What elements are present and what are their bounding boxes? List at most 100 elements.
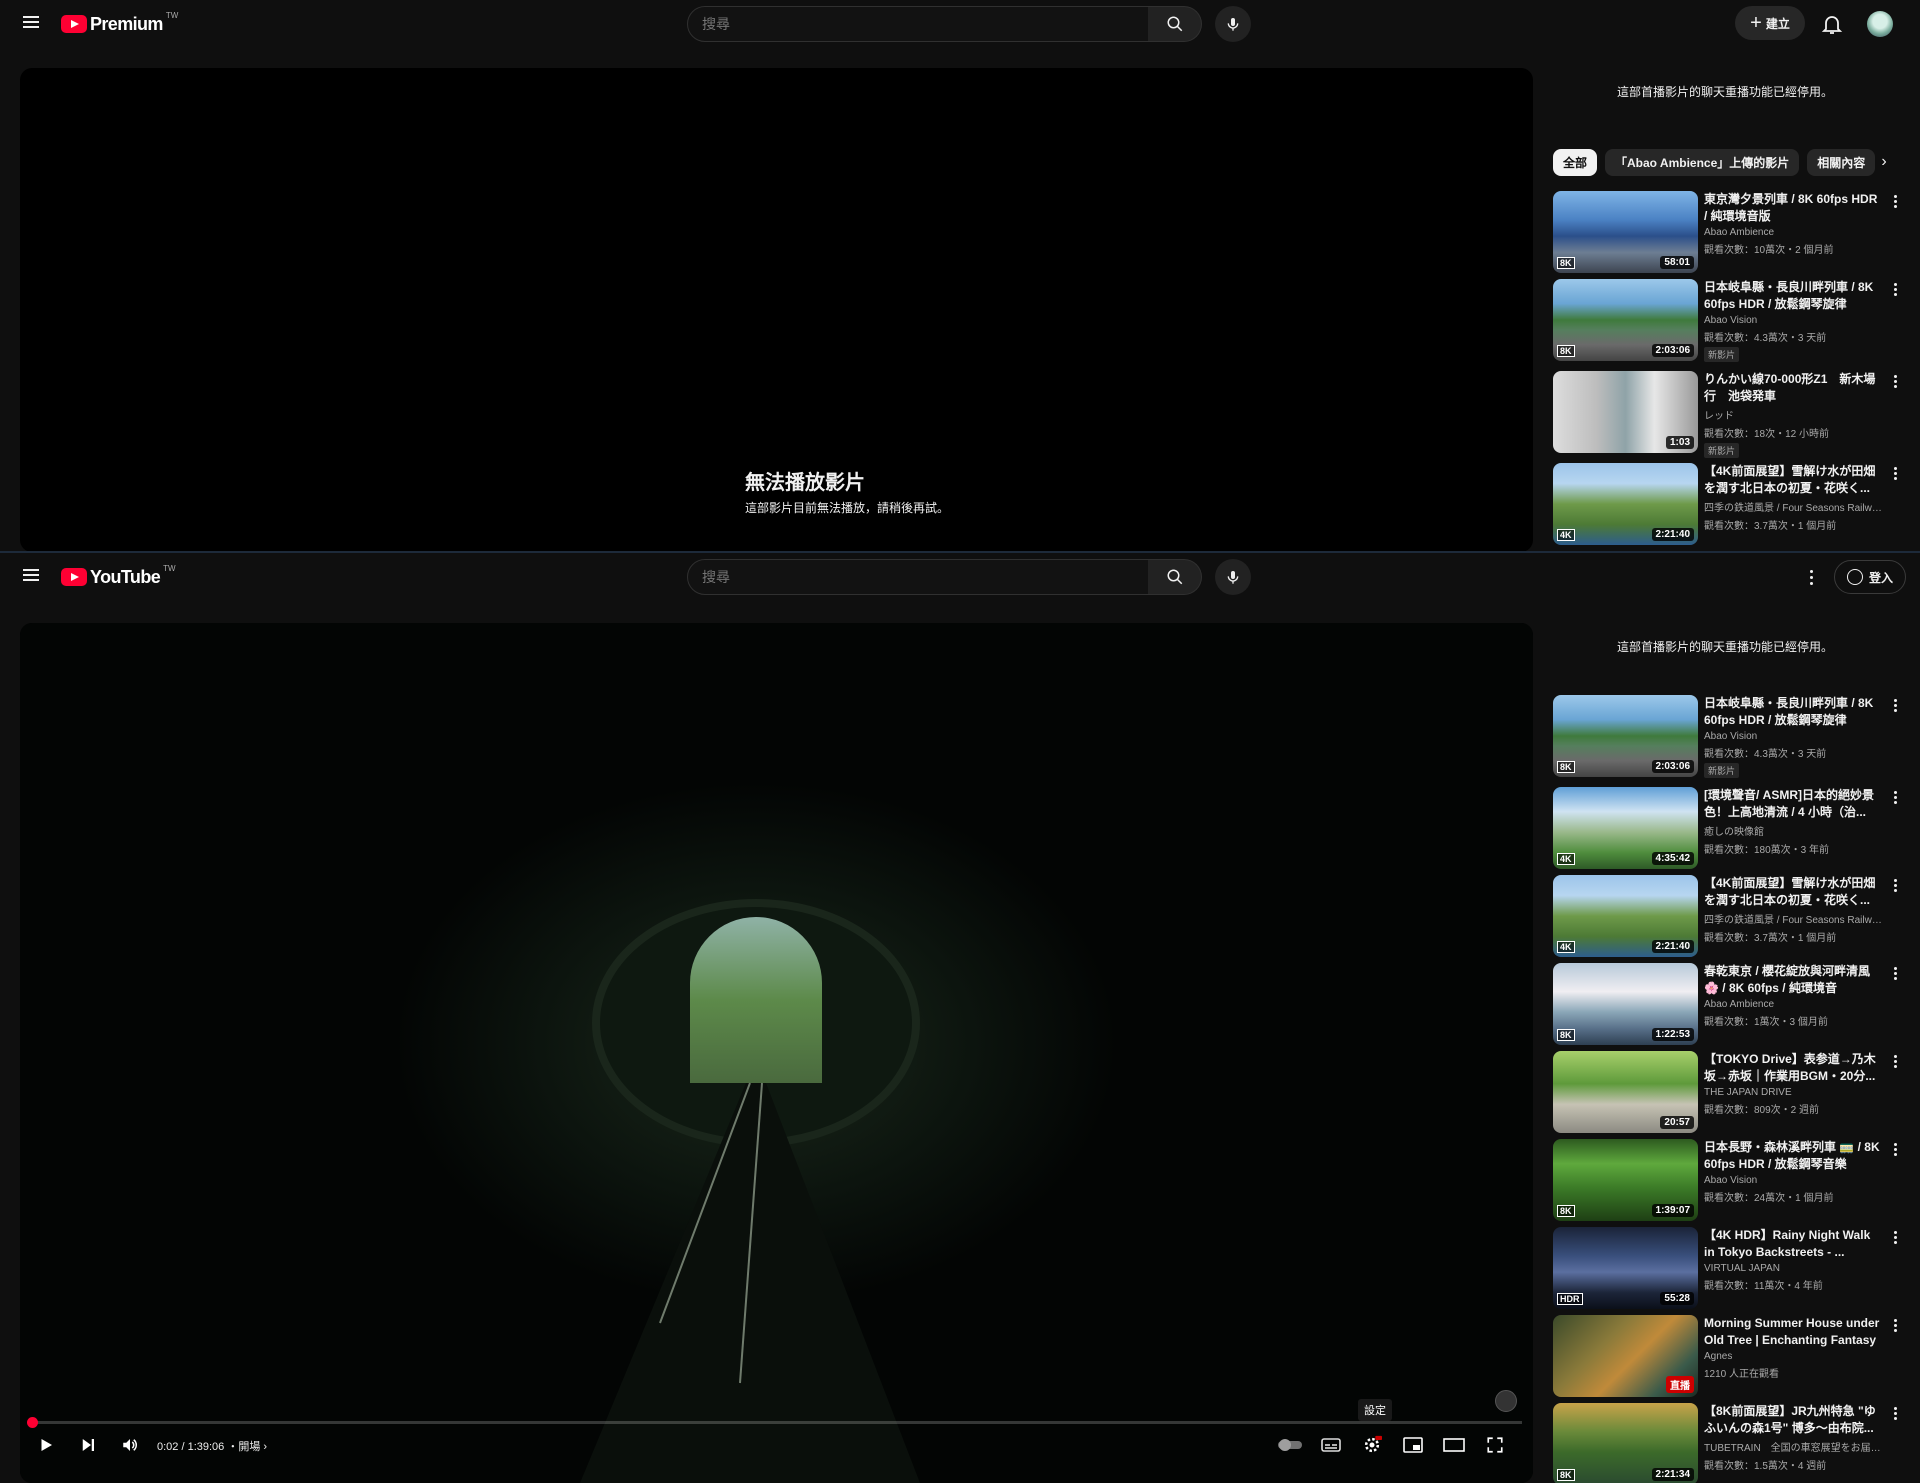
channel-name[interactable]: TUBETRAIN 全国の車窓展望をお届け... — [1704, 1439, 1884, 1454]
youtube-premium-logo[interactable]: Premium TW — [61, 11, 178, 36]
video-thumbnail[interactable]: 8K 2:03:06 — [1553, 695, 1698, 777]
create-button[interactable]: + 建立 — [1735, 6, 1805, 40]
more-actions-icon[interactable] — [1890, 967, 1900, 985]
video-list-item[interactable]: 4K 4:35:42 [環境聲音/ ASMR]日本的絕妙景色！上高地清流 / 4 小… — [1553, 787, 1903, 875]
channel-name[interactable]: 癒しの映像館 — [1704, 823, 1884, 838]
subtitles-button[interactable] — [1317, 1431, 1345, 1459]
more-actions-icon[interactable] — [1890, 467, 1900, 485]
video-title[interactable]: 東京灣夕景列車 / 8K 60fps HDR / 純環境音版 — [1704, 191, 1884, 225]
video-list-item[interactable]: 1:03 りんかい線70-000形Z1 新木場行 池袋発車 レッド 觀看次數：18次・… — [1553, 371, 1903, 463]
more-actions-icon[interactable] — [1890, 1055, 1900, 1073]
video-list-item[interactable]: 直播 Morning Summer House under Old Tree | … — [1553, 1315, 1903, 1403]
video-thumbnail[interactable]: 8K 2:21:34 — [1553, 1403, 1698, 1483]
channel-name[interactable]: レッド — [1704, 407, 1884, 422]
more-actions-icon[interactable] — [1890, 1143, 1900, 1161]
video-title[interactable]: 春乾東京 / 櫻花綻放與河畔清風 🌸 / 8K 60fps / 純環境音 — [1704, 963, 1884, 997]
search-input[interactable] — [688, 560, 1148, 594]
progress-bar[interactable] — [27, 1417, 1522, 1428]
more-actions-icon[interactable] — [1890, 375, 1900, 393]
video-thumbnail[interactable]: 4K 4:35:42 — [1553, 787, 1698, 869]
video-title[interactable]: 【4K前面展望】雪解け水が田畑を潤す北日本の初夏・花咲く... — [1704, 463, 1884, 497]
channel-name[interactable]: Abao Vision — [1704, 731, 1884, 742]
video-thumbnail[interactable]: 8K 1:22:53 — [1553, 963, 1698, 1045]
chip-related[interactable]: 相關內容 — [1807, 149, 1876, 176]
fullscreen-button[interactable] — [1481, 1431, 1509, 1459]
menu-icon[interactable] — [20, 566, 42, 588]
settings-button[interactable] — [1358, 1431, 1386, 1459]
menu-icon[interactable] — [20, 13, 42, 35]
channel-name[interactable]: Abao Vision — [1704, 1175, 1884, 1186]
chip-all[interactable]: 全部 — [1553, 149, 1598, 176]
video-title[interactable]: 【TOKYO Drive】表参道→乃木坂→赤坂｜作業用BGM・20分... — [1704, 1051, 1884, 1085]
channel-name[interactable]: 四季の鉄道風景 / Four Seasons Railways... — [1704, 499, 1884, 514]
next-button[interactable] — [74, 1431, 102, 1459]
more-actions-icon[interactable] — [1890, 699, 1900, 717]
settings-more-icon[interactable] — [1802, 565, 1820, 589]
more-actions-icon[interactable] — [1890, 283, 1900, 301]
video-thumbnail[interactable]: 8K 2:03:06 — [1553, 279, 1698, 361]
video-thumbnail[interactable]: 直播 — [1553, 1315, 1698, 1397]
video-list-item[interactable]: 8K 1:22:53 春乾東京 / 櫻花綻放與河畔清風 🌸 / 8K 60fps /… — [1553, 963, 1903, 1051]
search-button[interactable] — [1148, 559, 1202, 595]
video-list-item[interactable]: 8K 2:03:06 日本岐阜縣・長良川畔列車 / 8K 60fps HDR / 放… — [1553, 279, 1903, 371]
channel-name[interactable]: THE JAPAN DRIVE — [1704, 1087, 1884, 1098]
more-actions-icon[interactable] — [1890, 791, 1900, 809]
video-thumbnail[interactable]: 4K 2:21:40 — [1553, 875, 1698, 957]
channel-name[interactable]: VIRTUAL JAPAN — [1704, 1263, 1884, 1274]
video-thumbnail[interactable]: 8K 58:01 — [1553, 191, 1698, 273]
more-actions-icon[interactable] — [1890, 879, 1900, 897]
chevron-right-icon[interactable]: › — [263, 1441, 267, 1453]
video-title[interactable]: りんかい線70-000形Z1 新木場行 池袋発車 — [1704, 371, 1884, 405]
video-list-item[interactable]: 8K 1:39:07 日本長野・森林溪畔列車 🚃 / 8K 60fps HDR / … — [1553, 1139, 1903, 1227]
chip-channel-uploads[interactable]: 「Abao Ambience」上傳的影片 — [1605, 149, 1800, 176]
video-thumbnail[interactable]: HDR 55:28 — [1553, 1227, 1698, 1309]
video-title[interactable]: [環境聲音/ ASMR]日本的絕妙景色！上高地清流 / 4 小時（治... — [1704, 787, 1884, 821]
more-actions-icon[interactable] — [1890, 195, 1900, 213]
video-title[interactable]: 【8K前面展望】JR九州特急 "ゆふいんの森1号" 博多〜由布院... — [1704, 1403, 1884, 1437]
video-thumbnail[interactable]: 1:03 — [1553, 371, 1698, 453]
video-title[interactable]: 日本岐阜縣・長良川畔列車 / 8K 60fps HDR / 放鬆鋼琴旋律 — [1704, 695, 1884, 729]
miniplayer-button[interactable] — [1399, 1431, 1427, 1459]
video-list-item[interactable]: 8K 58:01 東京灣夕景列車 / 8K 60fps HDR / 純環境音版 Aba… — [1553, 191, 1903, 279]
more-actions-icon[interactable] — [1890, 1407, 1900, 1425]
video-list-item[interactable]: HDR 55:28 【4K HDR】Rainy Night Walk in Toky… — [1553, 1227, 1903, 1315]
video-title[interactable]: 【4K HDR】Rainy Night Walk in Tokyo Backst… — [1704, 1227, 1884, 1261]
search-button[interactable] — [1148, 6, 1202, 42]
chapter-title[interactable]: ・開場 — [227, 1441, 260, 1453]
video-player[interactable]: 無法播放影片 這部影片目前無法播放，請稍後再試。 — [20, 68, 1533, 552]
autoplay-toggle[interactable] — [1275, 1431, 1305, 1459]
youtube-logo[interactable]: YouTube TW — [61, 564, 176, 589]
video-thumbnail[interactable]: 4K 2:21:40 — [1553, 463, 1698, 545]
channel-watermark[interactable] — [1495, 1390, 1517, 1412]
video-title[interactable]: 【4K前面展望】雪解け水が田畑を潤す北日本の初夏・花咲く... — [1704, 875, 1884, 909]
channel-name[interactable]: Agnes — [1704, 1351, 1884, 1362]
video-title[interactable]: 日本岐阜縣・長良川畔列車 / 8K 60fps HDR / 放鬆鋼琴旋律 — [1704, 279, 1884, 313]
channel-name[interactable]: Abao Vision — [1704, 315, 1884, 326]
channel-name[interactable]: Abao Ambience — [1704, 999, 1884, 1010]
sign-in-button[interactable]: 登入 — [1834, 560, 1906, 594]
video-list-item[interactable]: 20:57 【TOKYO Drive】表参道→乃木坂→赤坂｜作業用BGM・20分.… — [1553, 1051, 1903, 1139]
voice-search-button[interactable] — [1215, 559, 1251, 595]
video-thumbnail[interactable]: 20:57 — [1553, 1051, 1698, 1133]
channel-name[interactable]: Abao Ambience — [1704, 227, 1884, 238]
more-actions-icon[interactable] — [1890, 1319, 1900, 1337]
more-actions-icon[interactable] — [1890, 1231, 1900, 1249]
video-list-item[interactable]: 4K 2:21:40 【4K前面展望】雪解け水が田畑を潤す北日本の初夏・花咲く...… — [1553, 463, 1903, 551]
video-thumbnail[interactable]: 8K 1:39:07 — [1553, 1139, 1698, 1221]
notifications-bell-icon[interactable] — [1820, 12, 1844, 36]
account-avatar[interactable] — [1867, 11, 1893, 37]
mute-button[interactable] — [116, 1431, 144, 1459]
video-list-item[interactable]: 8K 2:03:06 日本岐阜縣・長良川畔列車 / 8K 60fps HDR / 放… — [1553, 695, 1903, 787]
voice-search-button[interactable] — [1215, 6, 1251, 42]
video-list-item[interactable]: 4K 2:21:40 【4K前面展望】雪解け水が田畑を潤す北日本の初夏・花咲く...… — [1553, 875, 1903, 963]
video-title[interactable]: 日本長野・森林溪畔列車 🚃 / 8K 60fps HDR / 放鬆鋼琴音樂 — [1704, 1139, 1884, 1173]
channel-name-text: Abao Vision — [1704, 731, 1758, 742]
video-player[interactable]: 設定 0:02 / 1:39:06 ・開場 › — [20, 623, 1533, 1483]
video-list-item[interactable]: 8K 2:21:34 【8K前面展望】JR九州特急 "ゆふいんの森1号" 博多〜由布… — [1553, 1403, 1903, 1483]
video-title[interactable]: Morning Summer House under Old Tree | En… — [1704, 1315, 1884, 1349]
channel-name[interactable]: 四季の鉄道風景 / Four Seasons Railways... — [1704, 911, 1884, 926]
search-input[interactable] — [688, 7, 1148, 41]
theater-mode-button[interactable] — [1440, 1431, 1468, 1459]
play-button[interactable] — [32, 1431, 60, 1459]
chevron-right-icon[interactable]: › — [1872, 150, 1896, 174]
